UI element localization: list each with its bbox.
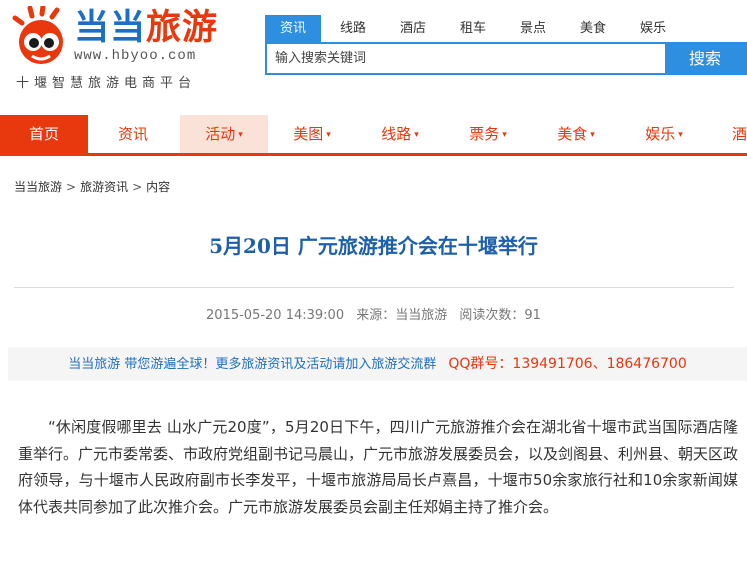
article-views: 阅读次数：91 — [459, 308, 541, 323]
nav-item-food[interactable]: 美食 ▾ — [532, 115, 620, 153]
nav-item-tickets[interactable]: 票务 ▾ — [444, 115, 532, 153]
logo-title-part-1: 当当 — [74, 8, 147, 48]
nav-item-label: 美食 — [557, 125, 588, 143]
promo-text[interactable]: 当当旅游 带您游遍全球！更多旅游资讯及活动请加入旅游交流群 — [68, 357, 436, 372]
nav-item-home[interactable]: 首页 — [0, 115, 88, 153]
logo-url: www.hbyoo.com — [74, 48, 197, 64]
article-meta: 2015-05-20 14:39:00 来源：当当旅游 阅读次数：91 — [0, 304, 747, 323]
search-input[interactable] — [267, 44, 667, 73]
search-tab-car-rental[interactable]: 租车 — [445, 15, 501, 42]
breadcrumb: 当当旅游 > 旅游资讯 > 内容 — [14, 178, 170, 195]
breadcrumb-news[interactable]: 旅游资讯 — [80, 180, 128, 194]
article-date: 2015-05-20 14:39:00 — [206, 308, 345, 323]
article-source: 来源：当当旅游 — [356, 308, 448, 323]
nav-item-label: 美图 — [293, 125, 324, 143]
main-nav: 首页 资讯 活动 ▾ 美图 ▾ 线路 ▾ 票务 ▾ 美食 ▾ 娱乐 ▾ 酒 — [0, 115, 747, 156]
chevron-down-icon: ▾ — [502, 129, 507, 140]
nav-item-entertainment[interactable]: 娱乐 ▾ — [620, 115, 708, 153]
logo-title-part-2: 旅游 — [146, 8, 219, 48]
nav-item-label: 资讯 — [117, 125, 148, 143]
search-tab-news[interactable]: 资讯 — [265, 15, 321, 42]
nav-item-label: 娱乐 — [645, 125, 676, 143]
promo-qq: QQ群号：139491706、186476700 — [448, 356, 687, 372]
nav-item-label: 活动 — [205, 125, 236, 143]
nav-item-hotels[interactable]: 酒 — [708, 115, 747, 153]
search-tab-hotels[interactable]: 酒店 — [385, 15, 441, 42]
logo-title: 当当旅游 — [74, 6, 218, 50]
title-divider — [14, 287, 734, 288]
search-row: 搜索 — [265, 42, 747, 75]
chevron-down-icon: ▾ — [414, 129, 419, 140]
chevron-down-icon: ▾ — [326, 129, 331, 140]
nav-item-label: 酒 — [732, 125, 747, 143]
nav-item-label: 首页 — [28, 125, 59, 143]
logo-slogan: 十堰智慧旅游电商平台 — [16, 76, 197, 91]
site-header: 当当旅游 www.hbyoo.com 十堰智慧旅游电商平台 资讯 线路 酒店 租… — [0, 0, 747, 115]
promo-banner: 当当旅游 带您游遍全球！更多旅游资讯及活动请加入旅游交流群 QQ群号：139491… — [8, 347, 747, 381]
nav-item-photos[interactable]: 美图 ▾ — [268, 115, 356, 153]
search-tab-attractions[interactable]: 景点 — [505, 15, 561, 42]
dangdang-mascot-icon — [12, 6, 63, 64]
article-body: “休闲度假哪里去 山水广元20度”，5月20日下午，四川广元旅游推介会在湖北省十… — [18, 418, 739, 516]
breadcrumb-current: 内容 — [146, 180, 171, 194]
chevron-down-icon: ▾ — [238, 129, 243, 140]
site-logo[interactable]: 当当旅游 www.hbyoo.com 十堰智慧旅游电商平台 — [8, 6, 223, 96]
chevron-down-icon: ▾ — [590, 129, 595, 140]
nav-item-news[interactable]: 资讯 — [89, 115, 177, 153]
search-box: 资讯 线路 酒店 租车 景点 美食 娱乐 搜索 — [265, 15, 747, 75]
search-tab-routes[interactable]: 线路 — [325, 15, 381, 42]
search-tab-food[interactable]: 美食 — [565, 15, 621, 42]
nav-item-routes[interactable]: 线路 ▾ — [356, 115, 444, 153]
breadcrumb-home[interactable]: 当当旅游 — [14, 180, 62, 194]
breadcrumb-separator: > — [66, 180, 77, 194]
search-button[interactable]: 搜索 — [665, 44, 745, 73]
chevron-down-icon: ▾ — [678, 129, 683, 140]
search-tabs: 资讯 线路 酒店 租车 景点 美食 娱乐 — [265, 15, 747, 42]
nav-item-label: 票务 — [469, 125, 500, 143]
nav-item-activities[interactable]: 活动 ▾ — [180, 115, 268, 153]
article-title: 5月20日 广元旅游推介会在十堰举行 — [209, 234, 538, 258]
nav-item-label: 线路 — [381, 125, 412, 143]
search-tab-entertainment[interactable]: 娱乐 — [625, 15, 681, 42]
breadcrumb-separator: > — [132, 180, 143, 194]
